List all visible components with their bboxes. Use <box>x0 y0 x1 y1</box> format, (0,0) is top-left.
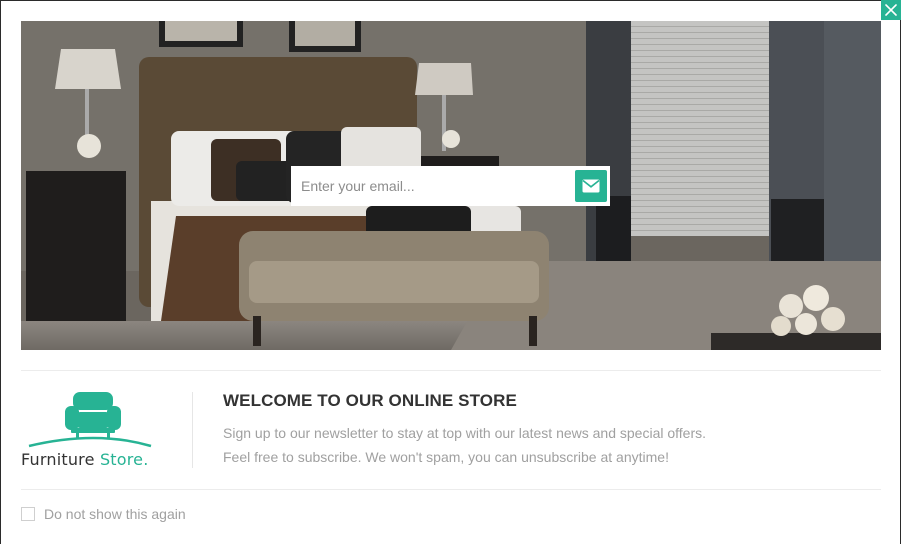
envelope-icon <box>582 179 600 193</box>
subscribe-button[interactable] <box>575 170 607 202</box>
email-input[interactable] <box>291 166 561 206</box>
dont-show-again-option[interactable]: Do not show this again <box>21 506 186 522</box>
vertical-divider <box>192 392 193 468</box>
brand-name: Furniture Store. <box>21 450 149 469</box>
brand-logo: Furniture Store. <box>21 390 171 472</box>
brand-name-accent: Store. <box>99 450 149 469</box>
description-line-2: Feel free to subscribe. We won't spam, y… <box>223 449 669 465</box>
description-line-1: Sign up to our newsletter to stay at top… <box>223 425 707 441</box>
popup-heading: WELCOME TO OUR ONLINE STORE <box>223 391 517 410</box>
close-button[interactable] <box>881 0 901 20</box>
close-icon <box>885 4 897 16</box>
armchair-icon <box>28 392 152 448</box>
bottom-divider <box>21 489 881 490</box>
top-divider <box>21 370 881 371</box>
brand-name-main: Furniture <box>21 450 95 469</box>
dont-show-label: Do not show this again <box>44 506 186 522</box>
dont-show-checkbox[interactable] <box>21 507 35 521</box>
subscribe-form <box>291 166 610 206</box>
